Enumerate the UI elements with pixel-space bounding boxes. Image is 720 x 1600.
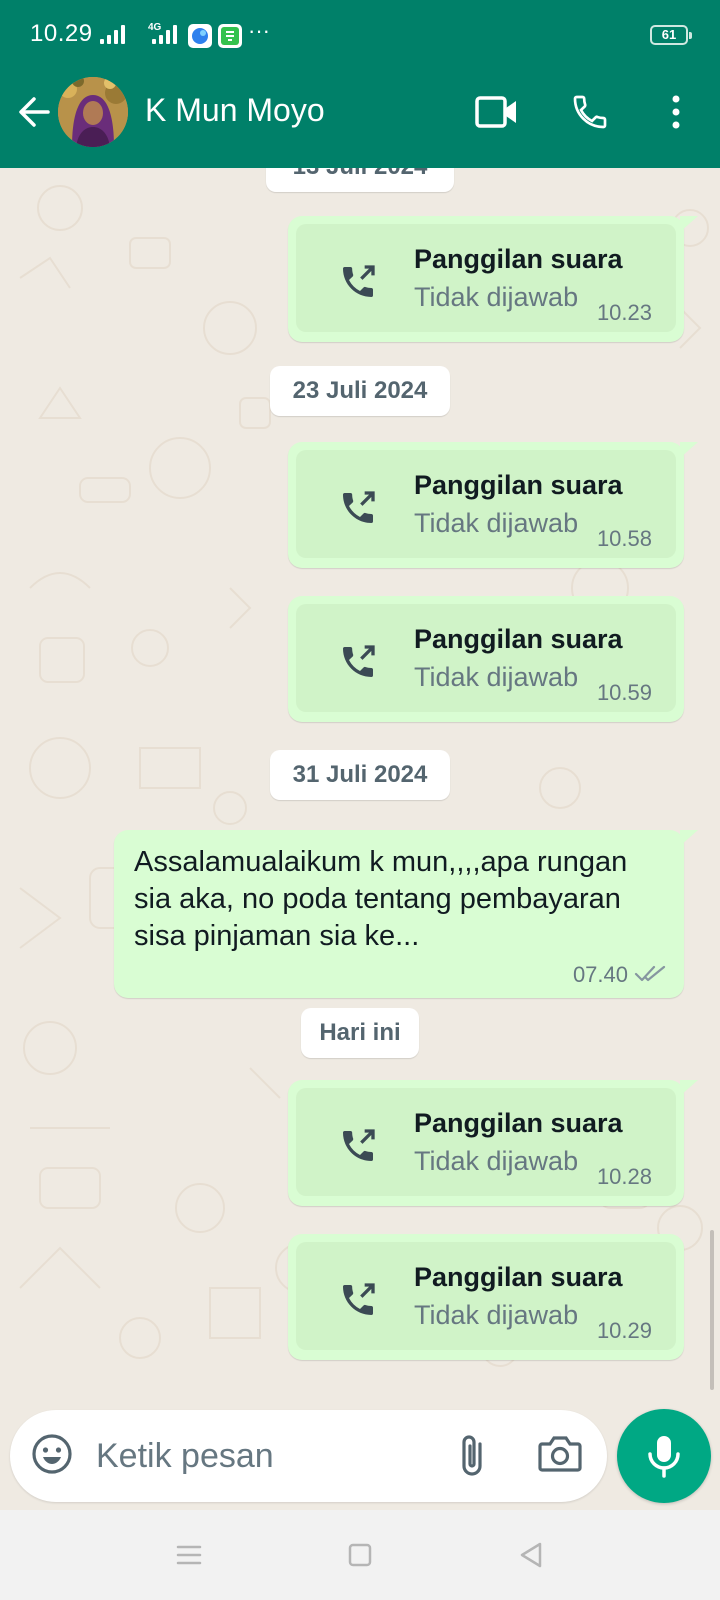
video-call-icon[interactable] [473,88,521,136]
call-card: Panggilan suara Tidak dijawab 10.58 [296,450,676,558]
text-message[interactable]: Assalamualaikum k mun,,,,apa rungan sia … [114,830,698,998]
system-nav-bar [0,1510,720,1600]
message-input[interactable] [96,1428,426,1484]
call-card: Panggilan suara Tidak dijawab 10.29 [296,1242,676,1350]
message-time: 10.29 [596,1318,652,1343]
message-time: 10.23 [596,300,652,325]
call-status: Tidak dijawab [414,1146,579,1176]
chat-area[interactable]: 13 Juli 2024 Panggilan suara Tidak dijaw… [0,168,720,1408]
call-status: Tidak dijawab [414,662,579,692]
battery-icon: 61 [650,25,692,45]
call-message[interactable]: Panggilan suara Tidak dijawab 10.28 [288,1080,698,1206]
message-time: 10.58 [596,526,652,551]
signal-icon [100,24,125,44]
call-message[interactable]: Panggilan suara Tidak dijawab 10.59 [288,596,684,722]
menu-icon[interactable] [172,1538,206,1572]
call-title: Panggilan suara [414,1262,623,1292]
more-vert-icon[interactable] [652,88,700,136]
message-text: Assalamualaikum k mun,,,,apa rungan sia … [134,846,628,952]
contact-name[interactable]: K Mun Moyo [145,92,325,129]
battery-level: 61 [661,27,677,42]
home-icon[interactable] [343,1538,377,1572]
status-time: 10.29 [30,20,93,47]
call-title: Panggilan suara [414,624,623,654]
status-more-icon: ··· [248,18,270,43]
call-message[interactable]: Panggilan suara Tidak dijawab 10.23 [288,216,698,342]
message-time: 10.59 [596,680,652,705]
call-status: Tidak dijawab [414,1300,579,1330]
date-separator: 13 Juli 2024 [266,168,454,192]
outgoing-call-icon [343,1129,375,1161]
app-notification-icon-2 [218,24,242,48]
call-card: Panggilan suara Tidak dijawab 10.59 [296,604,676,712]
call-title: Panggilan suara [414,1108,623,1138]
message-time: 10.28 [596,1164,652,1189]
call-card: Panggilan suara Tidak dijawab 10.23 [296,224,676,332]
double-check-icon [634,965,666,982]
outgoing-call-icon [343,491,375,523]
date-separator: 23 Juli 2024 [270,366,450,416]
app-notification-icon [188,24,212,48]
outgoing-call-icon [343,1283,375,1315]
avatar[interactable] [58,77,128,147]
back-icon[interactable] [514,1538,548,1572]
signal-4g-icon [152,24,177,44]
call-message[interactable]: Panggilan suara Tidak dijawab 10.58 [288,442,698,568]
outgoing-call-icon [343,645,375,677]
chat-header: K Mun Moyo [0,72,720,168]
attach-icon[interactable] [450,1430,498,1482]
call-message[interactable]: Panggilan suara Tidak dijawab 10.29 [288,1234,684,1360]
mic-button[interactable] [617,1409,711,1503]
emoji-icon[interactable] [30,1432,78,1480]
date-separator: Hari ini [301,1008,419,1058]
back-arrow-icon[interactable] [14,90,54,134]
date-separator: 31 Juli 2024 [270,750,450,800]
call-title: Panggilan suara [414,244,623,274]
message-time: 07.40 [572,962,628,987]
status-bar: 10.29 4G ··· 61 [0,0,720,72]
voice-call-icon[interactable] [566,88,614,136]
mic-icon [648,1436,680,1478]
call-title: Panggilan suara [414,470,623,500]
camera-icon[interactable] [536,1432,586,1480]
call-status: Tidak dijawab [414,282,579,312]
call-card: Panggilan suara Tidak dijawab 10.28 [296,1088,676,1196]
message-composer [10,1410,607,1502]
call-status: Tidak dijawab [414,508,579,538]
outgoing-call-icon [343,265,375,297]
scrollbar[interactable] [710,1230,714,1390]
